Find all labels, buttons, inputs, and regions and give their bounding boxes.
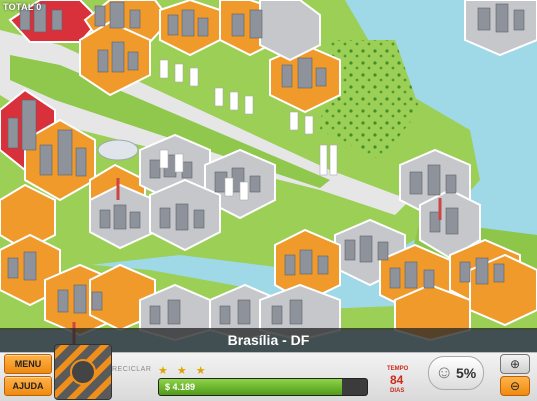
star-icon: ★ (158, 365, 177, 377)
dias-label: DIAS (390, 388, 405, 394)
tempo-label: TEMPO (387, 366, 409, 372)
tempo-value: 84 (390, 373, 404, 387)
total-score: TOTAL 0 (3, 2, 42, 12)
zoom-in-icon: ⊕ (509, 357, 521, 371)
menu-button[interactable]: MENU (4, 354, 52, 374)
happiness-meter: ☺ 5% (428, 356, 484, 390)
star-icon: ★ (176, 365, 196, 377)
money-value: $ 4.189 (165, 382, 196, 392)
smiley-icon: ☺ (435, 362, 454, 382)
star-icon: ★ (195, 365, 215, 377)
zoom-in-button[interactable]: ⊕ (500, 354, 530, 374)
zoom-out-button[interactable]: ⊖ (500, 376, 530, 396)
help-button[interactable]: AJUDA (4, 376, 52, 396)
zoom-out-icon: ⊖ (509, 379, 521, 393)
recycle-label: RECICLAR (112, 366, 152, 373)
recycle-button[interactable] (54, 344, 112, 400)
happiness-value: 5% (456, 365, 477, 381)
money-bar: $ 4.189 (158, 378, 368, 396)
recycle-icon (55, 345, 111, 399)
cathedral (97, 139, 139, 161)
rating-stars: ★★★ (158, 364, 215, 377)
